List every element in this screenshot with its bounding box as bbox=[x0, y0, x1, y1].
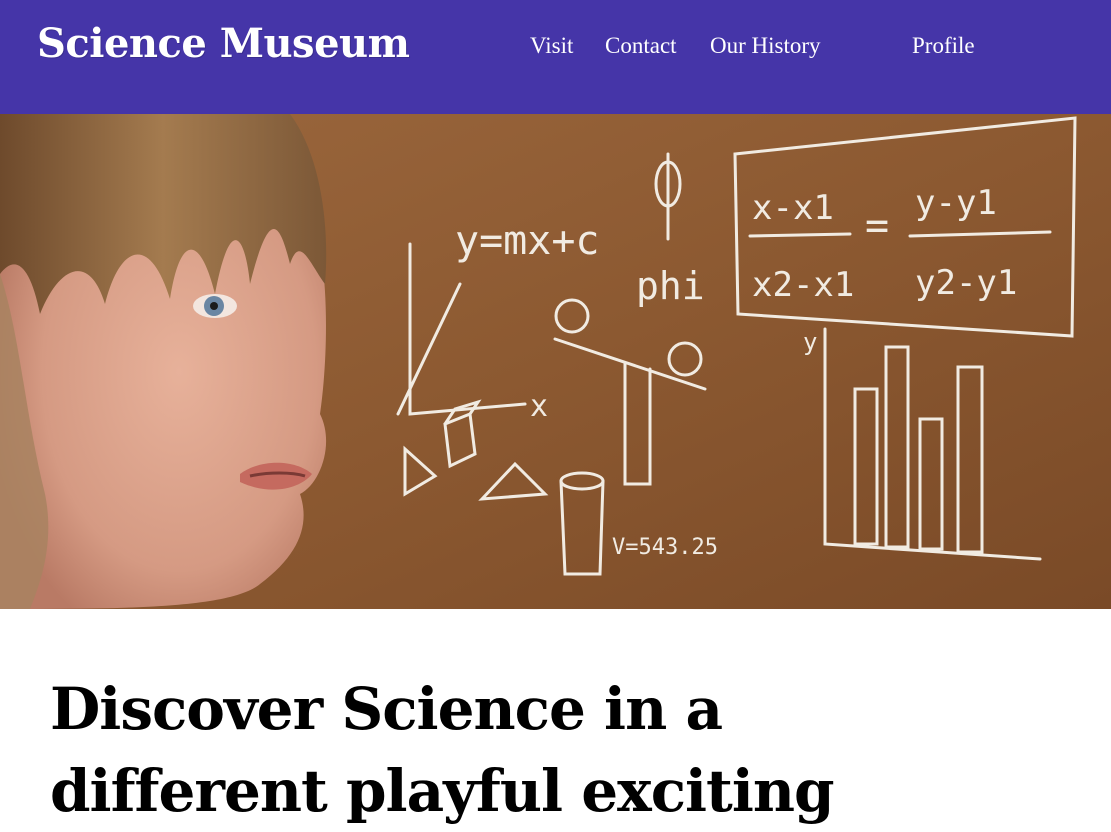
chalk-axis-x: x bbox=[530, 389, 548, 424]
chalk-formula-equals: = bbox=[865, 203, 889, 249]
chalk-formula-num-left: x-x1 bbox=[752, 188, 834, 228]
site-logo-link[interactable]: Science Museum bbox=[37, 20, 410, 67]
top-navbar: Science Museum Visit Contact Our History… bbox=[0, 0, 1111, 114]
chalk-axis-y: y bbox=[803, 328, 817, 356]
chalk-formula-den-right: y2-y1 bbox=[915, 263, 1017, 303]
chalk-equation: y=mx+c bbox=[455, 218, 600, 264]
hero-banner: y=mx+c phi V=543.25 x y x-x1 x2-x1 = y-y… bbox=[0, 114, 1111, 609]
hero-illustration: y=mx+c phi V=543.25 x y x-x1 x2-x1 = y-y… bbox=[0, 114, 1111, 609]
nav-link-visit[interactable]: Visit bbox=[530, 33, 573, 59]
page-headline: Discover Science in a different playful … bbox=[50, 675, 835, 825]
chalk-phi-label: phi bbox=[636, 264, 705, 308]
chalk-volume: V=543.25 bbox=[612, 535, 718, 560]
nav-link-contact[interactable]: Contact bbox=[605, 33, 677, 59]
chalk-formula-den-left: x2-x1 bbox=[752, 265, 854, 305]
child-portrait bbox=[0, 114, 327, 609]
nav-link-profile[interactable]: Profile bbox=[912, 33, 975, 59]
chalk-formula-num-right: y-y1 bbox=[915, 183, 997, 223]
nav-link-our-history[interactable]: Our History bbox=[710, 33, 821, 59]
